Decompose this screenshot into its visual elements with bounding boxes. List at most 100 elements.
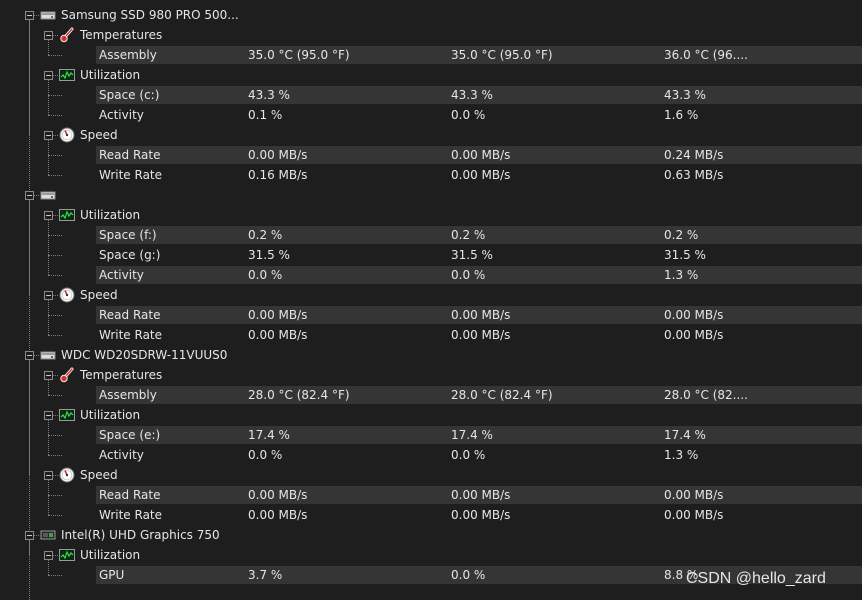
sensor-group-label: Temperatures: [80, 368, 163, 382]
tree-row[interactable]: Speed: [0, 465, 862, 485]
value-current: 0.00 MB/s: [248, 328, 308, 342]
value-min: 0.0 %: [451, 448, 486, 462]
tree-row[interactable]: Activity 0.0 % 0.0 % 1.3 %: [0, 445, 862, 465]
value-min: 0.2 %: [451, 228, 486, 242]
value-min: 0.0 %: [451, 568, 486, 582]
drive-icon: [40, 347, 56, 363]
tree-row[interactable]: Temperatures: [0, 365, 862, 385]
collapse-toggle[interactable]: [44, 371, 53, 380]
sensor-group-label: Utilization: [80, 68, 141, 82]
sensor-group-label: Utilization: [80, 408, 141, 422]
tree-row[interactable]: WDC WD20SDRW-11VUUS0: [0, 345, 862, 365]
tree-row[interactable]: Write Rate 0.16 MB/s 0.00 MB/s 0.63 MB/s: [0, 165, 862, 185]
watermark-text: CSDN @hello_zard: [686, 570, 826, 587]
collapse-toggle[interactable]: [44, 551, 53, 560]
utilization-graph-icon: [59, 547, 75, 563]
tree-row[interactable]: Activity 0.1 % 0.0 % 1.6 %: [0, 105, 862, 125]
utilization-graph-icon: [59, 407, 75, 423]
device-name: Samsung SSD 980 PRO 500...: [61, 8, 239, 22]
tree-connector: [48, 455, 62, 456]
sensor-tree: Samsung SSD 980 PRO 500... Temperatures As…: [0, 0, 862, 600]
value-current: 17.4 %: [248, 428, 290, 442]
tree-connector: [48, 175, 62, 176]
tree-row[interactable]: Space (c:) 43.3 % 43.3 % 43.3 %: [0, 85, 862, 105]
tree-row[interactable]: Space (g:) 31.5 % 31.5 % 31.5 %: [0, 245, 862, 265]
speed-gauge-icon: [59, 467, 75, 483]
value-min: 0.00 MB/s: [451, 488, 511, 502]
sensor-label: Activity: [99, 448, 144, 462]
value-current: 0.2 %: [248, 228, 283, 242]
thermometer-icon: [59, 27, 75, 43]
sensor-group-label: Utilization: [80, 208, 141, 222]
tree-row[interactable]: Activity 0.0 % 0.0 % 1.3 %: [0, 265, 862, 285]
value-max: 0.63 MB/s: [664, 168, 724, 182]
collapse-toggle[interactable]: [25, 531, 34, 540]
sensor-label: Read Rate: [99, 148, 161, 162]
tree-row[interactable]: Read Rate 0.00 MB/s 0.00 MB/s 0.00 MB/s: [0, 485, 862, 505]
value-min: 0.0 %: [451, 108, 486, 122]
value-current: 0.1 %: [248, 108, 283, 122]
tree-row[interactable]: Utilization: [0, 405, 862, 425]
tree-row[interactable]: Intel(R) UHD Graphics 750: [0, 525, 862, 545]
tree-row[interactable]: Read Rate 0.00 MB/s 0.00 MB/s 0.24 MB/s: [0, 145, 862, 165]
tree-row[interactable]: Speed: [0, 285, 862, 305]
tree-connector: [48, 575, 62, 576]
device-name: Intel(R) UHD Graphics 750: [61, 528, 220, 542]
tree-row[interactable]: Samsung SSD 980 PRO 500...: [0, 5, 862, 25]
device-name: WDC WD20SDRW-11VUUS0: [61, 348, 228, 362]
tree-row[interactable]: Speed: [0, 125, 862, 145]
sensor-label: Activity: [99, 268, 144, 282]
tree-connector: [48, 515, 62, 516]
collapse-toggle[interactable]: [44, 291, 53, 300]
value-min: 43.3 %: [451, 88, 493, 102]
collapse-toggle[interactable]: [44, 131, 53, 140]
utilization-graph-icon: [59, 207, 75, 223]
tree-row[interactable]: [0, 185, 862, 205]
collapse-toggle[interactable]: [25, 11, 34, 20]
tree-row[interactable]: Assembly 28.0 °C (82.4 °F) 28.0 °C (82.4 °…: [0, 385, 862, 405]
value-current: 0.00 MB/s: [248, 148, 308, 162]
tree-row[interactable]: Utilization: [0, 65, 862, 85]
value-max: 0.00 MB/s: [664, 488, 724, 502]
tree-row[interactable]: Read Rate 0.00 MB/s 0.00 MB/s 0.00 MB/s: [0, 305, 862, 325]
value-current: 43.3 %: [248, 88, 290, 102]
speed-gauge-icon: [59, 127, 75, 143]
tree-connector: [48, 55, 62, 56]
sensor-label: Read Rate: [99, 488, 161, 502]
value-max: 1.6 %: [664, 108, 699, 122]
tree-row[interactable]: Space (e:) 17.4 % 17.4 % 17.4 %: [0, 425, 862, 445]
tree-connector: [48, 315, 62, 316]
sensor-label: Write Rate: [99, 508, 163, 522]
collapse-toggle[interactable]: [44, 31, 53, 40]
tree-row[interactable]: Space (f:) 0.2 % 0.2 % 0.2 %: [0, 225, 862, 245]
value-min: 31.5 %: [451, 248, 493, 262]
tree-connector: [48, 495, 62, 496]
value-current: 0.0 %: [248, 448, 283, 462]
speed-gauge-icon: [59, 287, 75, 303]
tree-connector: [48, 155, 62, 156]
tree-row[interactable]: Assembly 35.0 °C (95.0 °F) 35.0 °C (95.0 °…: [0, 45, 862, 65]
collapse-toggle[interactable]: [25, 191, 34, 200]
collapse-toggle[interactable]: [44, 411, 53, 420]
value-max: 0.2 %: [664, 228, 699, 242]
sensor-group-label: Utilization: [80, 548, 141, 562]
tree-row[interactable]: Utilization: [0, 545, 862, 565]
sensor-label: Assembly: [99, 388, 157, 402]
sensor-label: Assembly: [99, 48, 157, 62]
collapse-toggle[interactable]: [44, 211, 53, 220]
value-max: 36.0 °C (96....: [664, 48, 748, 62]
tree-connector: [48, 115, 62, 116]
tree-row[interactable]: Write Rate 0.00 MB/s 0.00 MB/s 0.00 MB/s: [0, 325, 862, 345]
gpu-card-icon: [40, 527, 56, 543]
value-current: 0.16 MB/s: [248, 168, 308, 182]
tree-row[interactable]: Write Rate 0.00 MB/s 0.00 MB/s 0.00 MB/s: [0, 505, 862, 525]
tree-connector: [48, 95, 62, 96]
collapse-toggle[interactable]: [44, 71, 53, 80]
tree-row[interactable]: Utilization: [0, 205, 862, 225]
thermometer-icon: [59, 367, 75, 383]
collapse-toggle[interactable]: [25, 351, 34, 360]
collapse-toggle[interactable]: [44, 471, 53, 480]
value-max: 0.00 MB/s: [664, 308, 724, 322]
tree-row[interactable]: Temperatures: [0, 25, 862, 45]
value-current: 0.00 MB/s: [248, 508, 308, 522]
